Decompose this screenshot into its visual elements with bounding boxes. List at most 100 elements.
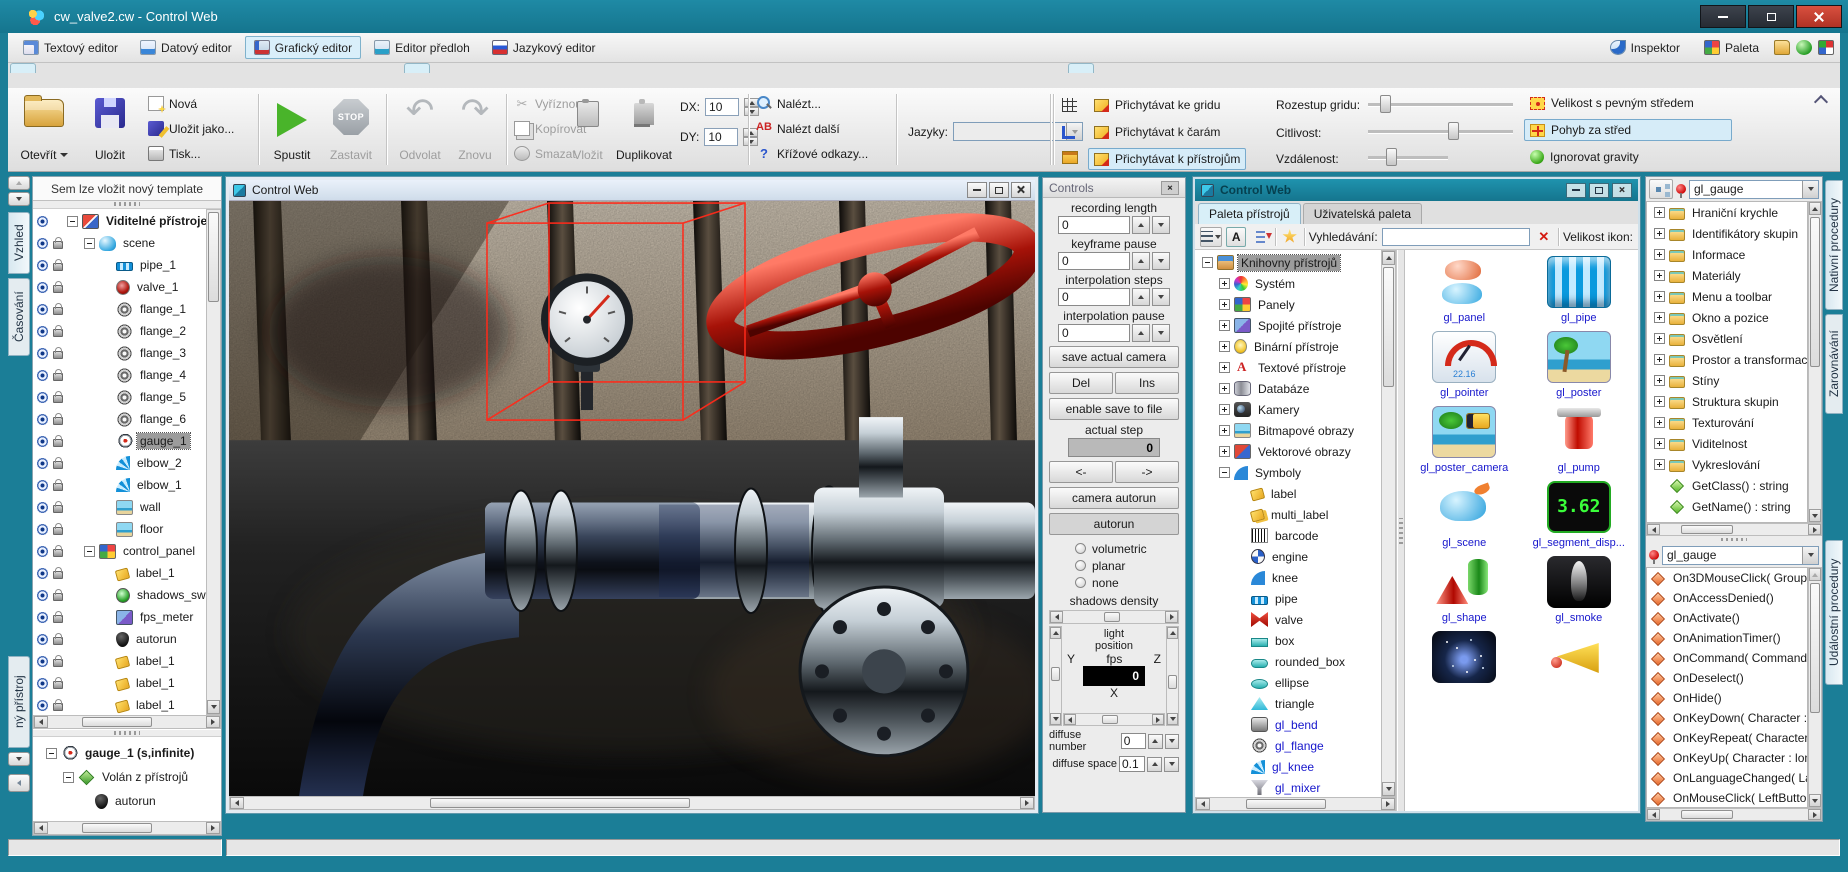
expander-icon[interactable]: [1654, 396, 1665, 407]
close-button[interactable]: [1796, 5, 1842, 28]
open-button[interactable]: Otevřít: [12, 90, 76, 166]
event-item[interactable]: OnAnimationTimer(): [1647, 628, 1807, 648]
light-y-scrollbar[interactable]: [1049, 626, 1062, 726]
light-z-scrollbar[interactable]: [1166, 626, 1179, 726]
3d-scene[interactable]: [229, 201, 1035, 796]
collapse-ribbon-button[interactable]: [1814, 92, 1828, 106]
property-group-item[interactable]: Informace: [1647, 244, 1807, 265]
ribbon-tab[interactable]: [404, 63, 430, 73]
splitter[interactable]: [33, 729, 221, 737]
library-tree-item[interactable]: multi_label: [1195, 504, 1381, 525]
library-tree-item[interactable]: Symboly: [1195, 462, 1381, 483]
expander-icon[interactable]: [1219, 404, 1230, 415]
expander-icon[interactable]: [1654, 270, 1665, 281]
eye-icon[interactable]: [36, 435, 49, 448]
eye-icon[interactable]: [36, 281, 49, 294]
expander-icon[interactable]: [1654, 207, 1665, 218]
tree-vscrollbar[interactable]: [206, 209, 221, 715]
expander-icon[interactable]: [1654, 228, 1665, 239]
library-tree-item[interactable]: Binární přístroje: [1195, 336, 1381, 357]
step-down-button[interactable]: [1152, 216, 1170, 234]
step-up-button[interactable]: [1148, 734, 1163, 749]
tree-item[interactable]: flange_3: [33, 342, 206, 364]
library-tree-item[interactable]: barcode: [1195, 525, 1381, 546]
radio-option[interactable]: volumetric: [1049, 540, 1179, 557]
eye-icon[interactable]: [36, 523, 49, 536]
palette-maximize-button[interactable]: [1589, 183, 1609, 198]
ignore-gravity-button[interactable]: Ignorovat gravity: [1524, 146, 1645, 168]
lock-icon[interactable]: [53, 241, 63, 249]
palette-minimize-button[interactable]: [1566, 183, 1586, 198]
step-down-button[interactable]: [1152, 288, 1170, 306]
library-tree-item[interactable]: valve: [1195, 609, 1381, 630]
tab-user-palette[interactable]: Uživatelská paleta: [1303, 203, 1422, 224]
ribbon-tab[interactable]: [430, 63, 456, 73]
tab-native-procedures[interactable]: Nativní procedury: [1825, 180, 1843, 310]
clear-search-button[interactable]: ✕: [1534, 227, 1554, 247]
view-mode-button[interactable]: [1200, 227, 1222, 247]
library-tree-item[interactable]: Panely: [1195, 294, 1381, 315]
property-group-item[interactable]: Osvětlení: [1647, 328, 1807, 349]
library-vscrollbar[interactable]: [1381, 250, 1396, 797]
property-group-item[interactable]: Identifikátory skupin: [1647, 223, 1807, 244]
tree-hscrollbar[interactable]: [33, 715, 221, 729]
expander-icon[interactable]: [1654, 375, 1665, 386]
event-item[interactable]: OnMouseClick( LeftButton, M: [1647, 788, 1807, 808]
save-button[interactable]: Uložit: [82, 90, 138, 166]
palette-icon-cell[interactable]: [1407, 631, 1522, 700]
field-input[interactable]: 0: [1058, 252, 1130, 270]
save-camera-button[interactable]: save actual camera: [1049, 346, 1179, 368]
event-item[interactable]: On3DMouseClick( GroupNam: [1647, 568, 1807, 588]
call-tree-hscrollbar[interactable]: [33, 821, 221, 835]
step-up-button[interactable]: [1132, 324, 1150, 342]
editor-mode-button[interactable]: Datový editor: [131, 36, 241, 59]
eye-icon[interactable]: [36, 479, 49, 492]
expander-icon[interactable]: [1654, 291, 1665, 302]
expander-icon[interactable]: [1219, 446, 1230, 457]
expander-icon[interactable]: [1219, 383, 1230, 394]
viewport-minimize-button[interactable]: [967, 182, 987, 198]
viewport-hscrollbar[interactable]: [229, 796, 1035, 810]
library-tree-item[interactable]: label: [1195, 483, 1381, 504]
dy-input[interactable]: 10: [704, 128, 738, 146]
ins-button[interactable]: Ins: [1115, 372, 1179, 394]
ribbon-tab[interactable]: [456, 63, 482, 73]
undo-button[interactable]: ↶ Odvolat: [392, 90, 448, 166]
library-tree-item[interactable]: gl_mixer: [1195, 777, 1381, 797]
eye-icon[interactable]: [36, 215, 49, 228]
lock-icon[interactable]: [53, 329, 63, 337]
editor-mode-button[interactable]: Jazykový editor: [483, 36, 605, 59]
property-group-item[interactable]: Okno a pozice: [1647, 307, 1807, 328]
library-tree-item[interactable]: Bitmapové obrazy: [1195, 420, 1381, 441]
expander-icon[interactable]: [1219, 467, 1230, 478]
eye-icon[interactable]: [36, 611, 49, 624]
tab-event-procedures[interactable]: Událostní procedury: [1825, 540, 1843, 685]
controls-close-button[interactable]: [1161, 181, 1179, 195]
cross-refs-button[interactable]: ?Křížové odkazy...: [756, 146, 868, 161]
lock-icon[interactable]: [53, 549, 63, 557]
shadows-density-scrollbar[interactable]: [1049, 610, 1179, 624]
distance-slider[interactable]: [1368, 147, 1448, 167]
lock-icon[interactable]: [53, 461, 63, 469]
expander-icon[interactable]: [1219, 299, 1230, 310]
event-item[interactable]: OnLanguageChanged( Langu: [1647, 768, 1807, 788]
event-item[interactable]: OnDeselect(): [1647, 668, 1807, 688]
step-down-button[interactable]: [1152, 252, 1170, 270]
scroll-down-button[interactable]: [8, 192, 30, 206]
library-hscrollbar[interactable]: [1195, 797, 1396, 811]
events-hscrollbar[interactable]: [1646, 808, 1822, 821]
viewport-close-button[interactable]: [1011, 182, 1031, 198]
chevron-down-icon[interactable]: [1802, 547, 1818, 564]
tree-item[interactable]: fps_meter: [33, 606, 206, 628]
editor-mode-button[interactable]: Textový editor: [14, 36, 127, 59]
chevron-down-icon[interactable]: [1802, 181, 1818, 198]
eye-icon[interactable]: [36, 303, 49, 316]
eye-icon[interactable]: [36, 501, 49, 514]
pin-icon[interactable]: [1676, 184, 1686, 194]
ribbon-tab[interactable]: [36, 63, 62, 73]
grid-spacing-slider[interactable]: [1368, 94, 1513, 114]
groups-vscrollbar[interactable]: [1808, 201, 1822, 523]
eye-icon[interactable]: [36, 699, 49, 712]
tree-item[interactable]: wall: [33, 496, 206, 518]
tab-timing[interactable]: Časování: [8, 278, 30, 356]
